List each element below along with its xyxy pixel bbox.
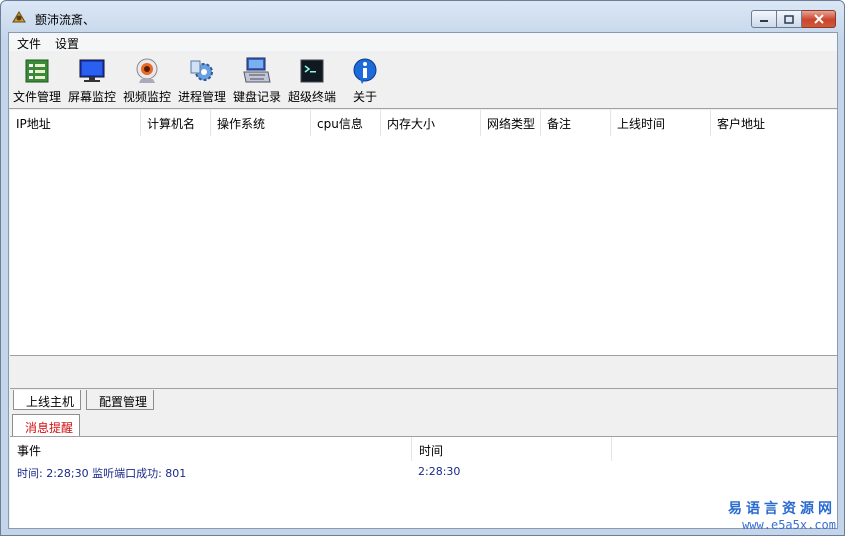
terminal-icon — [300, 59, 324, 83]
keyboard-icon — [243, 57, 271, 83]
app-window: 颤沛流斎、 文件 设置 文件管理 屏幕监控 视频监控 进程管理 键盘记录 超级终… — [0, 0, 845, 536]
watermark-url: www.e5a5x.com — [742, 518, 836, 532]
column-ip[interactable]: IP地址 — [10, 110, 141, 136]
maximize-button[interactable] — [777, 10, 802, 28]
client-area: 文件 设置 文件管理 屏幕监控 视频监控 进程管理 键盘记录 超级终端 关于 I… — [8, 32, 838, 529]
menu-file[interactable]: 文件 — [17, 35, 41, 52]
toolbar-keylogger-button[interactable]: 键盘记录 — [229, 53, 285, 107]
tab-message-alert[interactable]: 消息提醒 — [12, 414, 81, 436]
toolbar-file-manager-button[interactable]: 文件管理 — [9, 53, 65, 107]
event-log-list[interactable]: 事件 时间 时间: 2:28;30 监听端口成功: 801 2:28:30 — [10, 436, 837, 528]
column-computer-name[interactable]: 计算机名 — [141, 110, 211, 136]
watermark-title: 易语言资源网 — [728, 501, 836, 517]
event-time: 2:28:30 — [418, 465, 461, 478]
column-time[interactable]: 时间 — [412, 437, 612, 461]
online-hosts-list[interactable]: IP地址 计算机名 操作系统 cpu信息 内存大小 网络类型 备注 上线时间 客… — [10, 110, 837, 356]
column-online-time[interactable]: 上线时间 — [611, 110, 711, 136]
close-icon — [813, 14, 824, 24]
toolbar-process-manager-button[interactable]: 进程管理 — [174, 53, 230, 107]
app-logo-icon — [12, 11, 26, 23]
minimize-button[interactable] — [751, 10, 777, 28]
toolbar-screen-monitor-button[interactable]: 屏幕监控 — [64, 53, 120, 107]
tab-area: 上线主机 配置管理 — [10, 356, 837, 413]
menu-settings[interactable]: 设置 — [55, 35, 79, 52]
table-row[interactable]: 时间: 2:28;30 监听端口成功: 801 2:28:30 — [10, 463, 837, 480]
monitor-icon — [79, 59, 105, 82]
minimize-icon — [760, 20, 768, 22]
window-title: 颤沛流斎、 — [35, 13, 96, 27]
toolbar: 文件管理 屏幕监控 视频监控 进程管理 键盘记录 超级终端 关于 — [9, 51, 837, 109]
webcam-icon — [136, 58, 158, 83]
column-client-address[interactable]: 客户地址 — [711, 110, 837, 136]
column-remark[interactable]: 备注 — [541, 110, 611, 136]
column-cpu[interactable]: cpu信息 — [311, 110, 381, 136]
main-tab-strip: 上线主机 配置管理 — [10, 356, 837, 410]
column-network-type[interactable]: 网络类型 — [481, 110, 541, 136]
maximize-icon — [784, 14, 794, 24]
process-gear-icon — [190, 60, 213, 81]
toolbar-about-button[interactable]: 关于 — [337, 53, 393, 107]
watermark: 易语言资源网 www.e5a5x.com — [728, 498, 836, 532]
file-manager-icon — [25, 59, 49, 83]
toolbar-video-monitor-button[interactable]: 视频监控 — [119, 53, 175, 107]
info-icon — [353, 58, 377, 84]
toolbar-label: 关于 — [352, 90, 377, 104]
tab-config-manager[interactable]: 配置管理 — [86, 390, 155, 410]
event-table-header: 事件 时间 — [10, 437, 837, 461]
column-event[interactable]: 事件 — [10, 437, 412, 461]
toolbar-terminal-button[interactable]: 超级终端 — [284, 53, 340, 107]
close-button[interactable] — [802, 10, 836, 28]
title-bar[interactable]: 颤沛流斎、 — [1, 1, 844, 33]
column-memory[interactable]: 内存大小 — [381, 110, 481, 136]
column-os[interactable]: 操作系统 — [211, 110, 311, 136]
tab-online-hosts[interactable]: 上线主机 — [13, 390, 82, 410]
menu-bar: 文件 设置 — [9, 33, 837, 51]
event-text: 时间: 2:28;30 监听端口成功: 801 — [17, 467, 187, 480]
hosts-table-header: IP地址 计算机名 操作系统 cpu信息 内存大小 网络类型 备注 上线时间 客… — [10, 110, 837, 136]
